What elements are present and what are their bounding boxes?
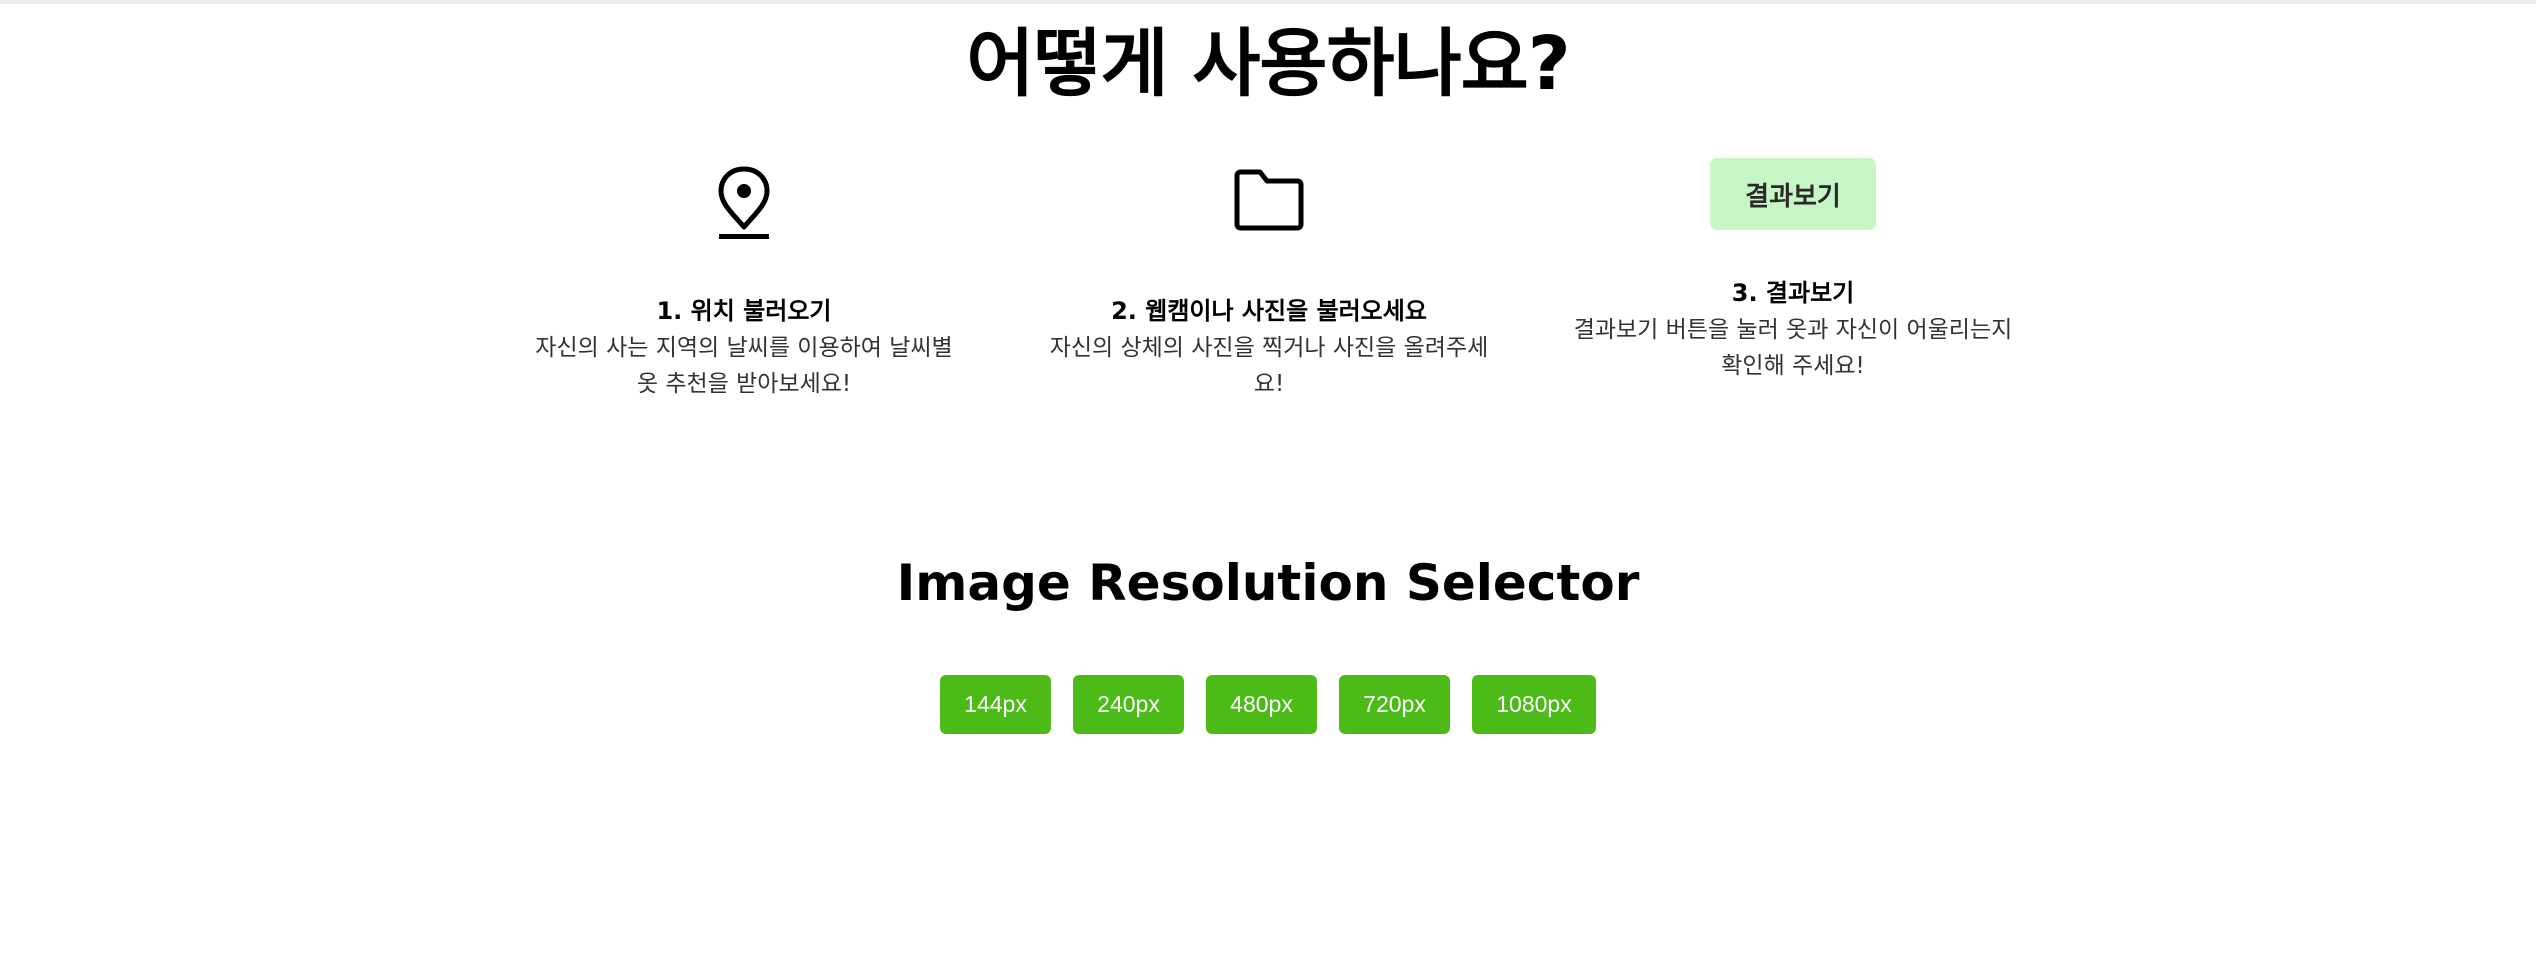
step-1-title: 1. 위치 불러오기 bbox=[656, 297, 832, 325]
folder-icon bbox=[1232, 168, 1306, 236]
resolution-selector-title: Image Resolution Selector bbox=[896, 554, 1640, 612]
resolution-480px-button[interactable]: 480px bbox=[1206, 675, 1317, 734]
step-1-description: 자신의 사는 지역의 날씨를 이용하여 날씨별 옷 추천을 받아보세요! bbox=[535, 335, 953, 397]
resolution-720px-button[interactable]: 720px bbox=[1339, 675, 1450, 734]
location-pin-icon bbox=[717, 165, 771, 245]
step-3-description: 결과보기 버튼을 눌러 옷과 자신이 어울리는지 확인해 주세요! bbox=[1573, 317, 2013, 379]
view-result-button[interactable]: 결과보기 bbox=[1710, 158, 1876, 230]
resolution-1080px-button[interactable]: 1080px bbox=[1472, 675, 1596, 734]
step-2-title: 2. 웹캠이나 사진을 불러오세요 bbox=[1111, 297, 1427, 325]
resolution-240px-button[interactable]: 240px bbox=[1073, 675, 1184, 734]
step-2-description: 자신의 상체의 사진을 찍거나 사진을 올려주세요! bbox=[1049, 335, 1489, 397]
step-3-title: 3. 결과보기 bbox=[1731, 279, 1855, 307]
resolution-144px-button[interactable]: 144px bbox=[940, 675, 1051, 734]
resolution-button-group: 144px 240px 480px 720px 1080px bbox=[940, 675, 1600, 734]
top-divider bbox=[0, 0, 2536, 4]
how-to-title: 어떻게 사용하나요? bbox=[966, 21, 1570, 107]
